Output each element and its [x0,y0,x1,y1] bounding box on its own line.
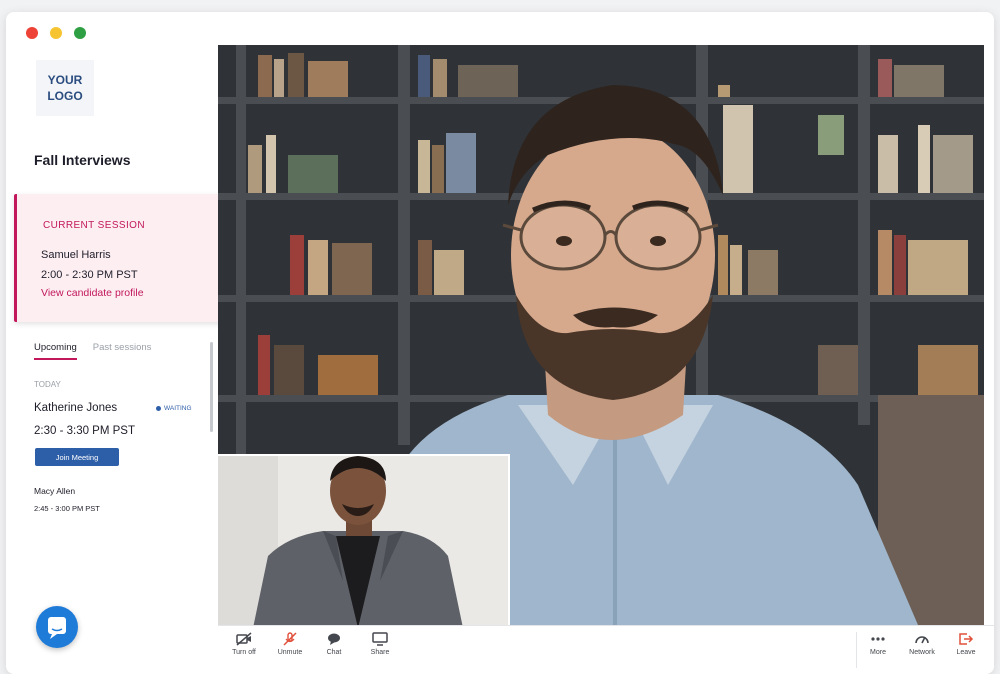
video-off-icon [236,632,252,646]
self-view-video[interactable] [218,454,510,628]
app-window: YOUR LOGO Fall Interviews CURRENT SESSIO… [6,12,994,674]
leave-icon [959,633,974,645]
upcoming-candidate-time-2: 2:45 - 3:00 PM PST [34,504,100,513]
company-logo: YOUR LOGO [36,60,94,116]
join-meeting-button[interactable]: Join Meeting [35,448,119,466]
share-label: Share [370,649,390,656]
self-participant-video [218,456,508,628]
network-button[interactable]: Network [902,632,942,656]
unmute-label: Unmute [277,649,303,656]
chat-button[interactable]: Chat [314,632,354,656]
logo-line-1: YOUR [47,73,83,87]
unmute-button[interactable]: Unmute [270,632,310,656]
status-dot-icon [156,406,161,411]
status-badge: WAITING [156,405,192,412]
support-chat-button[interactable] [36,606,78,648]
more-label: More [870,649,886,656]
status-badge-label: WAITING [164,405,192,412]
page-title: Fall Interviews [34,152,131,168]
turn-off-label: Turn off [232,649,256,656]
sidebar-scrollbar[interactable] [210,342,213,432]
network-gauge-icon [915,636,929,644]
toolbar-divider [856,632,857,668]
chat-label: Chat [326,649,342,656]
upcoming-candidate-name-2: Macy Allen [34,486,76,496]
leave-button[interactable]: Leave [946,632,986,656]
upcoming-candidate-name: Katherine Jones [34,402,118,414]
turn-off-video-button[interactable]: Turn off [224,632,264,656]
call-toolbar: Turn off Unmute Chat Share More Network … [218,625,994,674]
sidebar: YOUR LOGO Fall Interviews CURRENT SESSIO… [6,12,281,674]
tab-past-sessions[interactable]: Past sessions [93,342,152,360]
chat-icon [328,633,340,645]
chat-bubble-icon [48,617,66,639]
logo-line-2: LOGO [47,89,83,103]
share-button[interactable]: Share [360,632,400,656]
day-label: TODAY [34,380,61,389]
leave-label: Leave [956,649,976,656]
current-candidate-name: Samuel Harris [41,249,111,261]
screen-share-icon [372,632,388,646]
upcoming-candidate-time: 2:30 - 3:30 PM PST [34,425,135,437]
more-button[interactable]: More [858,632,898,656]
tab-upcoming[interactable]: Upcoming [34,342,77,360]
more-dots-icon [871,637,885,641]
session-tabs: Upcoming Past sessions [34,342,151,360]
current-session-time: 2:00 - 2:30 PM PST [41,269,138,281]
network-label: Network [909,649,935,656]
mic-off-icon [283,632,297,646]
view-candidate-profile-link[interactable]: View candidate profile [41,287,144,299]
current-session-label: CURRENT SESSION [43,220,145,231]
